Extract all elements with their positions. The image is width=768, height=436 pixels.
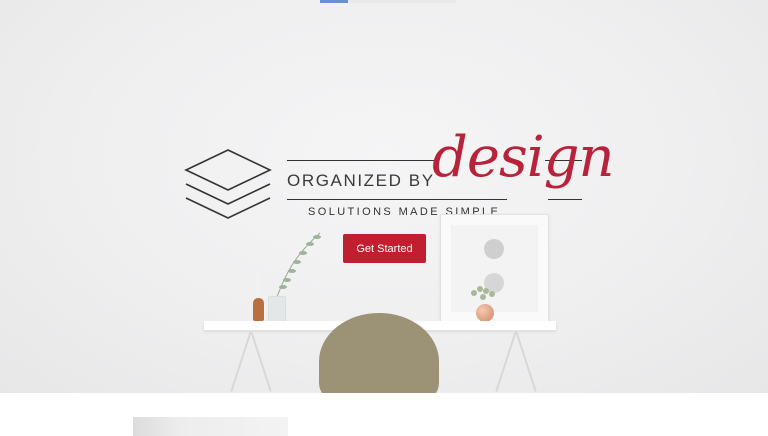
desk-leg [515,331,537,392]
get-started-button[interactable]: Get Started [343,234,426,263]
glass-vase [268,296,286,323]
brand-script-word: design [432,125,615,190]
candle [256,274,260,298]
hero-section: ORGANIZED BY design SOLUTIONS MADE SIMPL… [0,0,768,393]
logo-rule-top [287,160,435,161]
brand-name: ORGANIZED BY [287,171,435,190]
top-tab-indicator[interactable] [320,0,456,3]
desk-leg [230,331,252,392]
section-image-preview [133,417,288,436]
plant-sprig-image [276,232,321,298]
logo-rule-bottom [287,199,507,200]
logo-rule-bottom-right [548,199,582,200]
stacked-layers-icon [184,149,272,219]
desk-leg [250,331,272,392]
copper-pot [476,304,494,322]
desk-leg [495,331,517,392]
candle-holder [253,298,264,321]
